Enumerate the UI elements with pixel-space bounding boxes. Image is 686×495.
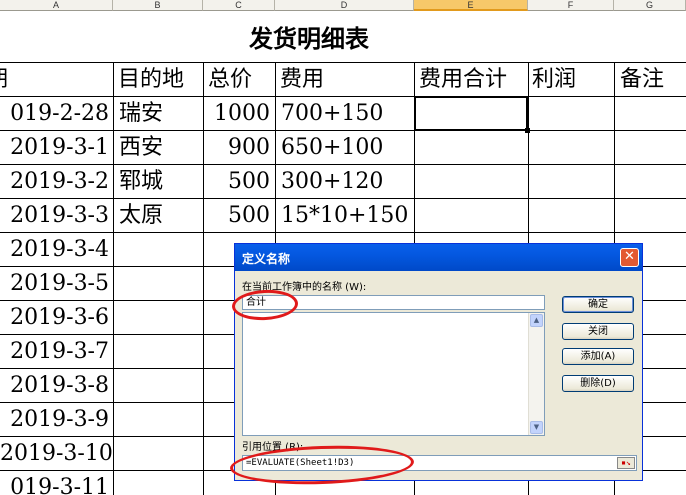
column-header-c[interactable]: C [203, 0, 275, 11]
cell-date[interactable]: 2019-3-2 [0, 165, 113, 198]
header-destination[interactable]: 目的地 [114, 63, 203, 96]
cell-destination[interactable]: 西安 [114, 131, 203, 164]
delete-button[interactable]: 删除(D) [562, 375, 634, 392]
cell-date[interactable]: 2019-3-6 [0, 301, 113, 334]
column-header-d[interactable]: D [275, 0, 414, 11]
selected-cell[interactable] [414, 96, 530, 133]
cell-date[interactable]: 2019-3-9 [0, 403, 113, 436]
cell-date[interactable]: 2019-3-3 [0, 199, 113, 232]
names-list-scrollbar[interactable]: ▲ ▼ [528, 313, 544, 435]
cell-destination[interactable]: 瑞安 [114, 97, 203, 130]
column-header-b[interactable]: B [113, 0, 203, 11]
header-remark[interactable]: 备注 [615, 63, 686, 96]
cell-date[interactable]: 019-2-28 [0, 97, 113, 130]
add-button[interactable]: 添加(A) [562, 348, 634, 365]
collapse-dialog-icon[interactable]: ▪↘ [617, 457, 635, 469]
scroll-up-icon[interactable]: ▲ [530, 314, 543, 327]
cell-date[interactable]: 019-3-11 [0, 471, 113, 495]
cell-fee[interactable]: 650+100 [276, 131, 414, 164]
sheet-title: 发货明细表 [249, 24, 369, 53]
fill-handle[interactable] [525, 128, 530, 133]
cell-total[interactable]: 900 [204, 131, 275, 164]
dialog-title-bar[interactable]: 定义名称 ✕ [235, 244, 642, 271]
name-input[interactable]: 合计 [242, 295, 545, 310]
close-button[interactable]: 关闭 [562, 323, 634, 340]
header-profit[interactable]: 利润 [529, 63, 614, 96]
refers-to-value: =EVALUATE(Sheet1!D3) [246, 458, 355, 468]
cell-total[interactable]: 1000 [204, 97, 275, 130]
dialog-title: 定义名称 [242, 252, 291, 266]
cell-destination[interactable]: 郓城 [114, 165, 203, 198]
cell-destination[interactable]: 太原 [114, 199, 203, 232]
refers-to-label: 引用位置 (R): [242, 442, 304, 453]
cell-fee[interactable]: 15*10+150 [276, 199, 414, 232]
scroll-down-icon[interactable]: ▼ [530, 421, 543, 434]
refers-to-input[interactable]: =EVALUATE(Sheet1!D3) ▪↘ [242, 455, 637, 471]
name-label: 在当前工作簿中的名称 (W): [242, 282, 367, 293]
cell-date[interactable]: 2019-3-7 [0, 335, 113, 368]
cell-date[interactable]: 2019-3-5 [0, 267, 113, 300]
header-fee-total[interactable]: 费用合计 [415, 63, 528, 96]
header-date[interactable]: 期 [0, 63, 113, 96]
cell-total[interactable]: 500 [204, 199, 275, 232]
cell-date[interactable]: 2019-3-8 [0, 369, 113, 402]
column-header-a[interactable]: A [0, 0, 113, 11]
header-total[interactable]: 总价 [204, 63, 275, 96]
cell-date[interactable]: 2019-3-1 [0, 131, 113, 164]
column-header-g[interactable]: G [614, 0, 686, 11]
cell-total[interactable]: 500 [204, 165, 275, 198]
names-list[interactable]: ▲ ▼ [242, 312, 545, 436]
cell-date[interactable]: 2019-3-4 [0, 233, 113, 266]
column-header-f[interactable]: F [528, 0, 614, 11]
header-fee[interactable]: 费用 [276, 63, 414, 96]
ok-button[interactable]: 确定 [562, 296, 634, 313]
column-header-e[interactable]: E [414, 0, 528, 11]
cell-fee[interactable]: 300+120 [276, 165, 414, 198]
define-name-dialog: 定义名称 ✕ 在当前工作簿中的名称 (W): 合计 ▲ ▼ 确定 关闭 添加(A… [234, 243, 643, 481]
cell-fee[interactable]: 700+150 [276, 97, 414, 130]
close-icon[interactable]: ✕ [620, 248, 639, 267]
cell-date[interactable]: 2019-3-10 [0, 437, 113, 470]
